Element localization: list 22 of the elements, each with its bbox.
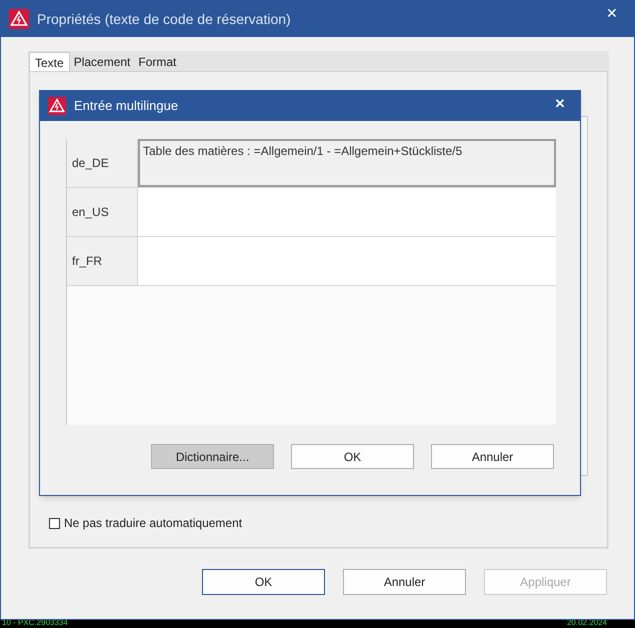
checkbox[interactable] (49, 518, 60, 528)
dialog-button[interactable]: OK (291, 444, 414, 469)
language-cell: fr_FR (67, 237, 138, 285)
dialog-button[interactable]: OK (202, 569, 325, 595)
dialog-button[interactable]: Dictionnaire... (151, 444, 274, 469)
close-button[interactable]: ✕ (600, 1, 624, 25)
translation-cell[interactable] (138, 237, 556, 285)
dialog-button[interactable]: Annuler (343, 569, 466, 595)
warning-icon (9, 9, 29, 29)
window-title: Propriétés (texte de code de réservation) (37, 10, 292, 29)
checkbox-label: Ne pas traduire automatiquement (64, 515, 242, 532)
language-cell: de_DE (67, 139, 138, 187)
close-button[interactable]: ✕ (548, 93, 572, 115)
translation-cell[interactable] (138, 188, 556, 236)
tab[interactable]: Texte (29, 52, 70, 72)
dialog-button[interactable]: Annuler (431, 444, 554, 469)
warning-icon (48, 97, 66, 115)
tab[interactable]: Placement (70, 53, 134, 71)
tab[interactable]: Format (134, 53, 180, 71)
translation-cell[interactable]: Table des matières : =Allgemein/1 - =Allgemein+Stückliste/5 (138, 139, 556, 187)
language-cell: en_US (67, 188, 138, 236)
dialog-title: Entrée multilingue (74, 97, 180, 116)
